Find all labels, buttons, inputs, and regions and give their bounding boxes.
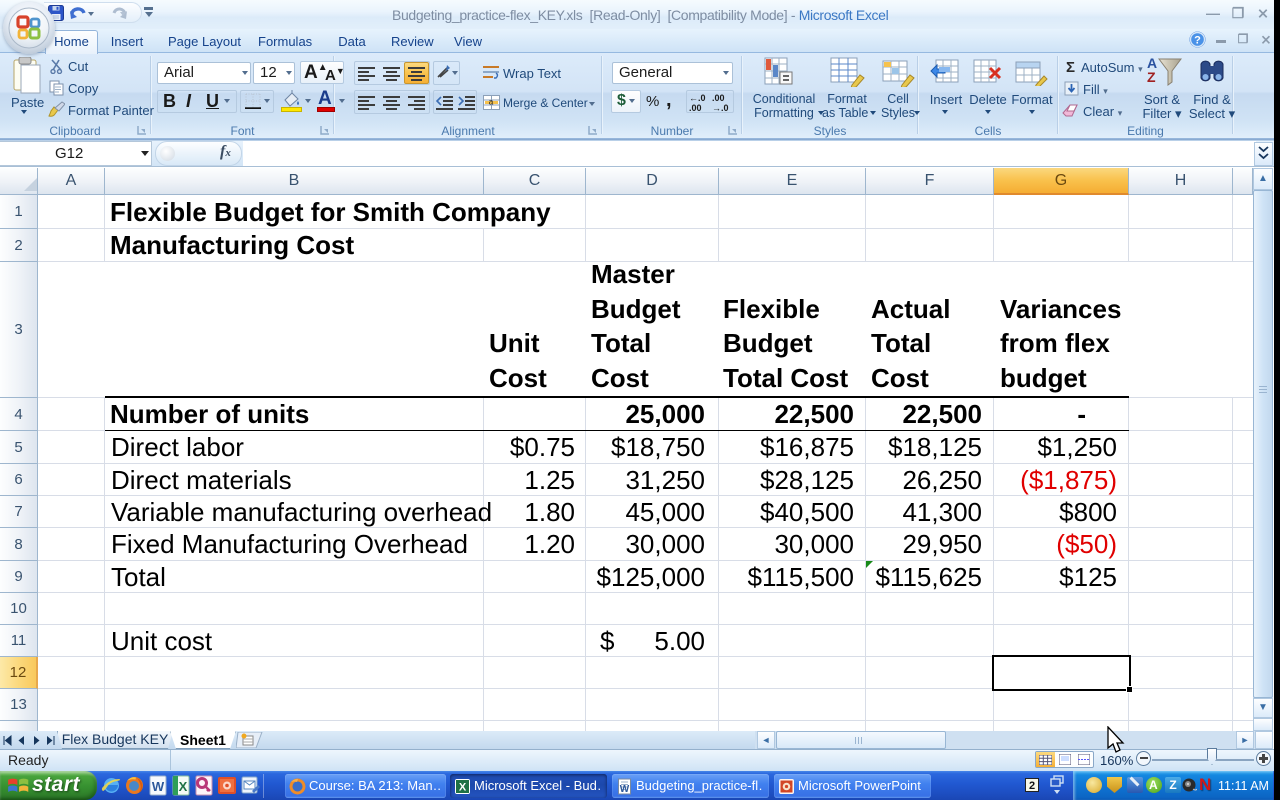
svg-text:W: W — [152, 779, 165, 794]
svg-text:X: X — [459, 782, 467, 794]
svg-text:X: X — [179, 779, 188, 794]
svg-text:W: W — [620, 784, 630, 795]
svg-text:a: a — [489, 98, 494, 107]
svg-text:?: ? — [1194, 35, 1201, 47]
